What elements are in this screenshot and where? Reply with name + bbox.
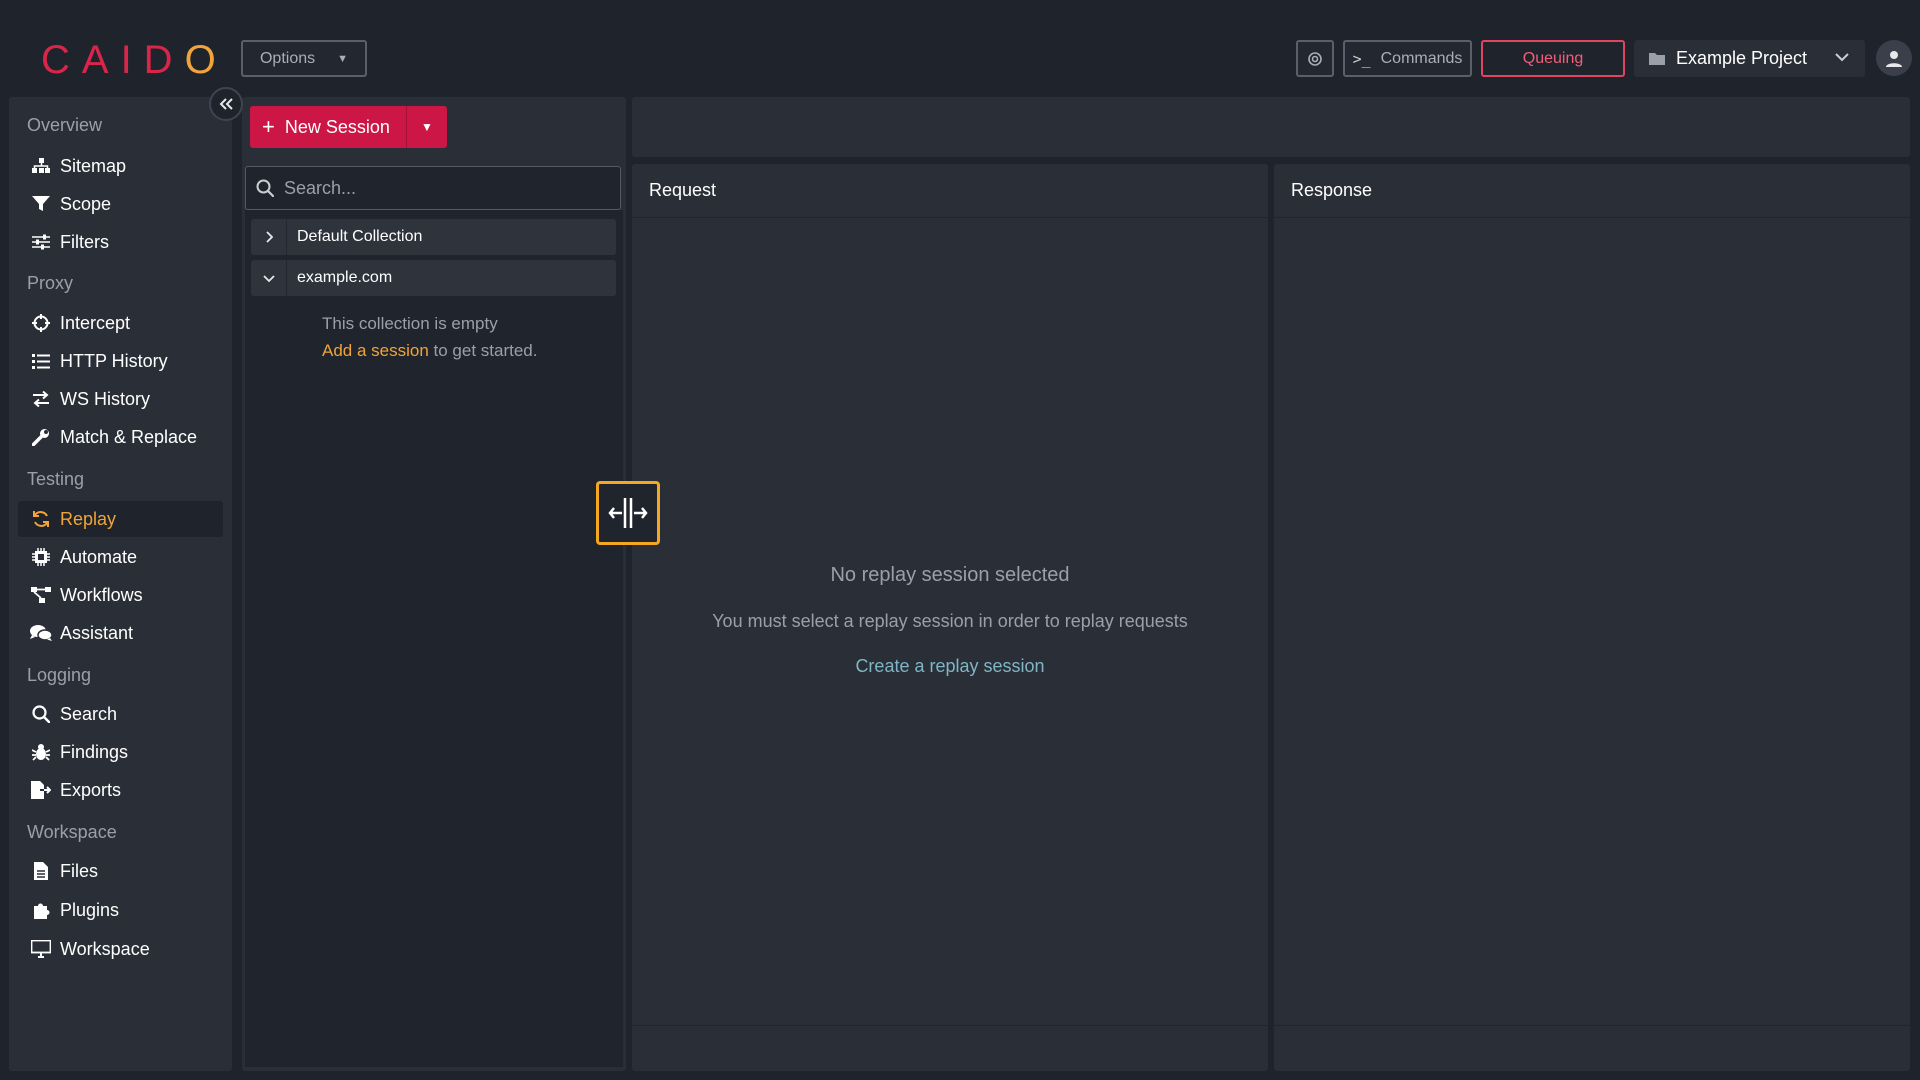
sidebar-item-exports[interactable]: Exports [18, 772, 223, 808]
user-avatar[interactable] [1876, 40, 1912, 76]
sidebar-item-workflows[interactable]: Workflows [18, 577, 223, 613]
section-proxy: Proxy [27, 273, 74, 293]
file-export-icon [30, 781, 52, 799]
file-icon [30, 862, 52, 880]
refresh-icon [30, 510, 52, 528]
commands-button[interactable]: >_ Commands [1343, 40, 1472, 77]
chevron-right-icon[interactable] [251, 219, 287, 255]
double-chevron-left-icon [219, 98, 233, 110]
section-testing: Testing [27, 469, 85, 489]
collection-row-example[interactable]: example.com [251, 260, 616, 296]
sidebar-item-http-history[interactable]: HTTP History [18, 343, 223, 379]
collection-name: Default Collection [297, 228, 423, 245]
plus-icon: + [262, 114, 275, 139]
request-header: Request [632, 164, 1268, 218]
commands-label: Commands [1380, 49, 1463, 67]
panel-resize-handle[interactable] [596, 481, 660, 545]
workflow-icon [30, 586, 52, 604]
section-logging: Logging [27, 665, 92, 685]
sidebar-item-automate[interactable]: Automate [18, 539, 223, 575]
new-session-button-group: + New Session ▼ [250, 106, 447, 148]
collection-row-default[interactable]: Default Collection [251, 219, 616, 255]
puzzle-icon [30, 901, 52, 919]
response-header: Response [1274, 164, 1910, 218]
response-footer [1274, 1025, 1910, 1071]
search-input[interactable] [282, 176, 602, 200]
add-session-link[interactable]: Add a session [322, 341, 429, 360]
collapse-sidebar-button[interactable] [209, 87, 243, 121]
sidebar-item-assistant[interactable]: Assistant [18, 615, 223, 651]
sidebar-item-findings[interactable]: Findings [18, 734, 223, 770]
filter-icon [30, 196, 52, 212]
sidebar-item-replay[interactable]: Replay [18, 501, 223, 537]
sidebar-item-workspace[interactable]: Workspace [18, 931, 223, 967]
sidebar-item-sitemap[interactable]: Sitemap [18, 148, 223, 184]
chat-icon [30, 624, 52, 642]
shield-button[interactable] [1296, 40, 1334, 77]
crosshair-icon [30, 314, 52, 332]
request-footer [632, 1025, 1268, 1071]
response-pane: Response [1274, 164, 1910, 1071]
sidebar-item-files[interactable]: Files [18, 853, 223, 889]
collection-name: example.com [297, 269, 393, 286]
sidebar-item-plugins[interactable]: Plugins [18, 892, 223, 928]
new-session-dropdown[interactable]: ▼ [407, 106, 447, 148]
chevron-down-icon [1835, 53, 1849, 62]
shield-icon [1308, 51, 1322, 66]
collections-search[interactable] [245, 166, 621, 210]
sidebar-item-intercept[interactable]: Intercept [18, 305, 223, 341]
caret-down-icon: ▼ [337, 52, 349, 65]
sidebar-item-ws-history[interactable]: WS History [18, 381, 223, 417]
options-label: Options [259, 49, 316, 67]
cpu-icon [30, 548, 52, 566]
sliders-icon [30, 234, 52, 250]
bug-icon [30, 743, 52, 761]
sidebar-item-scope[interactable]: Scope [18, 186, 223, 222]
empty-state-description: You must select a replay session in orde… [712, 611, 1188, 631]
queuing-button[interactable]: Queuing [1481, 40, 1625, 77]
collection-empty-hint: Add a session to get started. [322, 341, 538, 360]
collection-empty-text: This collection is empty [322, 314, 498, 333]
resize-horizontal-icon [608, 498, 648, 528]
search-icon [256, 179, 274, 197]
options-button[interactable]: Options ▼ [241, 40, 367, 77]
wrench-icon [30, 428, 52, 446]
user-icon [1886, 51, 1902, 67]
app-logo: CAIDO [41, 38, 228, 82]
list-icon [30, 353, 52, 369]
chevron-down-icon[interactable] [251, 260, 287, 296]
sitemap-icon [30, 158, 52, 174]
arrows-exchange-icon [30, 391, 52, 407]
search-icon [30, 705, 52, 723]
sidebar-item-filters[interactable]: Filters [18, 224, 223, 260]
collections-list [245, 210, 623, 1067]
queuing-label: Queuing [1522, 49, 1584, 67]
empty-state-title: No replay session selected [830, 564, 1070, 586]
create-replay-session-link[interactable]: Create a replay session [632, 656, 1268, 677]
session-tabs-bar [632, 97, 1910, 157]
project-selector[interactable]: Example Project [1634, 40, 1865, 77]
terminal-icon: >_ [1352, 49, 1371, 68]
new-session-button[interactable]: + New Session [250, 106, 407, 148]
folder-icon [1649, 53, 1665, 65]
sidebar-item-match-replace[interactable]: Match & Replace [18, 419, 223, 455]
project-name: Example Project [1676, 48, 1808, 68]
sidebar-item-search[interactable]: Search [18, 696, 223, 732]
section-workspace: Workspace [27, 822, 117, 842]
section-overview: Overview [27, 115, 103, 135]
monitor-icon [30, 940, 52, 958]
caret-down-icon: ▼ [421, 120, 433, 134]
top-bar: CAIDO Options ▼ >_ Commands Queuing Exam… [0, 0, 1920, 96]
